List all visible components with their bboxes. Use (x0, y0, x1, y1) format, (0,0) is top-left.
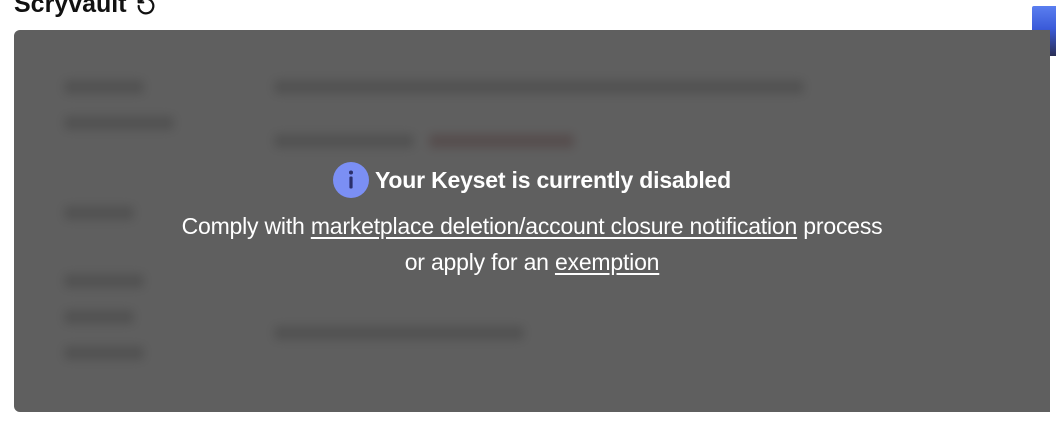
notice-text-prefix: Comply with (181, 213, 305, 239)
disabled-notice: Your Keyset is currently disabled Comply… (14, 162, 1050, 280)
app-title: Scryvault (14, 0, 157, 20)
notice-heading: Your Keyset is currently disabled (14, 162, 1050, 198)
notice-heading-text: Your Keyset is currently disabled (375, 166, 731, 193)
app-title-text: Scryvault (14, 0, 127, 18)
notice-text-middle: process (803, 213, 883, 239)
info-icon (333, 162, 369, 198)
keyset-card: Your Keyset is currently disabled Comply… (14, 30, 1050, 412)
marketplace-deletion-link[interactable]: marketplace deletion/account closure not… (311, 213, 797, 239)
exemption-link[interactable]: exemption (555, 249, 660, 275)
notice-body: Comply with marketplace deletion/account… (14, 208, 1050, 280)
notice-text-line2: or apply for an (404, 249, 549, 275)
refresh-icon[interactable] (135, 0, 157, 15)
